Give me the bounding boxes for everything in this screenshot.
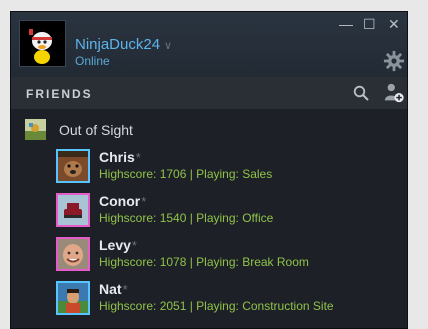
- person-avatar-icon: [58, 283, 88, 313]
- friend-avatar: [56, 149, 90, 183]
- face-avatar-icon: [58, 239, 88, 269]
- hat-avatar-icon: [58, 195, 88, 225]
- dog-avatar-icon: [58, 151, 88, 181]
- friend-status: Highscore: 1540 | Playing: Office: [99, 211, 274, 225]
- friend-name: Chris*: [99, 149, 141, 165]
- maximize-button[interactable]: ☐: [363, 16, 376, 33]
- friend-name-text: Chris: [99, 149, 135, 165]
- add-friend-icon[interactable]: [383, 82, 405, 104]
- friends-toolbar: FRIENDS: [11, 77, 407, 109]
- search-icon[interactable]: [353, 85, 369, 101]
- nickname-marker: *: [135, 150, 141, 165]
- friend-status: Highscore: 2051 | Playing: Construction …: [99, 299, 334, 313]
- friend-row[interactable]: Levy* Highscore: 1078 | Playing: Break R…: [56, 237, 396, 277]
- close-button[interactable]: ✕: [388, 16, 400, 33]
- minimize-button[interactable]: —: [339, 16, 353, 32]
- user-avatar[interactable]: [19, 20, 66, 67]
- username-text: NinjaDuck24: [75, 36, 161, 53]
- friend-name-text: Conor: [99, 193, 141, 209]
- nickname-marker: *: [141, 194, 147, 209]
- friend-name-text: Levy: [99, 237, 131, 253]
- group-label: Out of Sight: [59, 122, 133, 138]
- friend-row[interactable]: Chris* Highscore: 1706 | Playing: Sales: [56, 149, 396, 189]
- friend-name: Conor*: [99, 193, 146, 209]
- friend-status: Highscore: 1706 | Playing: Sales: [99, 167, 273, 181]
- friend-avatar: [56, 237, 90, 271]
- ninja-duck-avatar-icon: [20, 21, 65, 66]
- friend-avatar: [56, 193, 90, 227]
- friend-status: Highscore: 1078 | Playing: Break Room: [99, 255, 309, 269]
- online-status: Online: [75, 54, 110, 68]
- nickname-marker: *: [131, 238, 137, 253]
- username[interactable]: NinjaDuck24 ∨: [75, 36, 172, 53]
- friend-group-header[interactable]: Out of Sight: [25, 119, 225, 141]
- group-icon: [25, 119, 46, 140]
- friends-window: NinjaDuck24 ∨ Online — ☐ ✕ FRIENDS Out o…: [10, 11, 408, 329]
- friend-name: Levy*: [99, 237, 137, 253]
- friend-row[interactable]: Conor* Highscore: 1540 | Playing: Office: [56, 193, 396, 233]
- friends-heading: FRIENDS: [26, 87, 93, 101]
- profile-header: NinjaDuck24 ∨ Online — ☐ ✕: [11, 12, 407, 77]
- chevron-down-icon[interactable]: ∨: [164, 40, 172, 52]
- gear-icon[interactable]: [383, 50, 405, 72]
- friend-name-text: Nat: [99, 281, 122, 297]
- nickname-marker: *: [122, 282, 128, 297]
- friend-name: Nat*: [99, 281, 128, 297]
- friend-avatar: [56, 281, 90, 315]
- friend-row[interactable]: Nat* Highscore: 2051 | Playing: Construc…: [56, 281, 396, 321]
